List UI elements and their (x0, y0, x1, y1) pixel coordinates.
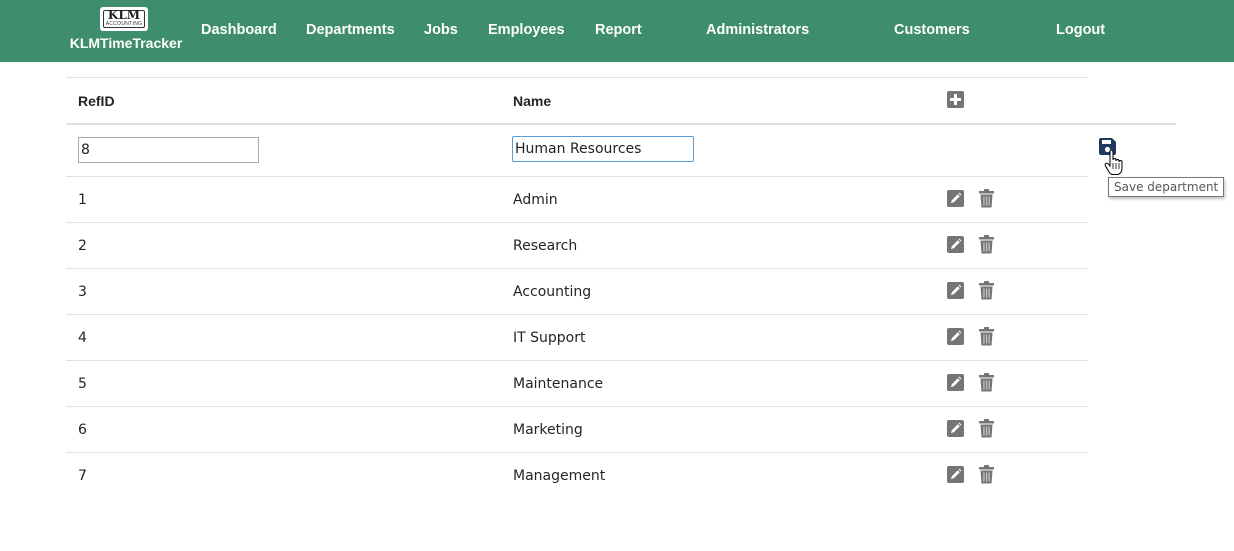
nav-report[interactable]: Report (595, 22, 642, 38)
trash-icon[interactable] (978, 235, 995, 254)
cell-refid: 5 (78, 376, 87, 392)
nav-customers[interactable]: Customers (894, 22, 970, 38)
save-tooltip: Save department (1108, 177, 1225, 197)
name-input[interactable] (512, 136, 694, 162)
cell-refid: 7 (78, 468, 87, 484)
table-row: 7 Management (66, 453, 1088, 499)
cell-refid: 6 (78, 422, 87, 438)
table-row: 5 Maintenance (66, 361, 1088, 407)
trash-icon[interactable] (978, 189, 995, 208)
nav-employees[interactable]: Employees (488, 22, 565, 38)
cell-refid: 4 (78, 330, 87, 346)
table-row: 4 IT Support (66, 315, 1088, 361)
header-refid: RefID (78, 93, 115, 109)
table-row: 6 Marketing (66, 407, 1088, 453)
trash-icon[interactable] (978, 419, 995, 438)
hand-cursor-icon (1104, 150, 1123, 175)
nav-dashboard[interactable]: Dashboard (201, 22, 277, 38)
cell-name: IT Support (513, 330, 586, 346)
edit-icon[interactable] (947, 328, 964, 345)
cell-refid: 1 (78, 192, 87, 208)
navbar: KLM ACCOUNTING KLMTimeTracker Dashboard … (0, 0, 1234, 62)
edit-icon[interactable] (947, 374, 964, 391)
table-row: 2 Research (66, 223, 1088, 269)
table-row: 3 Accounting (66, 269, 1088, 315)
cell-name: Admin (513, 192, 558, 208)
header-name: Name (513, 93, 552, 109)
nav-logout[interactable]: Logout (1056, 22, 1105, 38)
nav-departments[interactable]: Departments (306, 22, 395, 38)
nav-jobs[interactable]: Jobs (424, 22, 458, 38)
edit-icon[interactable] (947, 236, 964, 253)
trash-icon[interactable] (978, 465, 995, 484)
brand[interactable]: KLM ACCOUNTING KLMTimeTracker (60, 6, 192, 56)
edit-icon[interactable] (947, 190, 964, 207)
add-icon[interactable] (947, 91, 964, 108)
trash-icon[interactable] (978, 373, 995, 392)
cell-refid: 2 (78, 238, 87, 254)
edit-icon[interactable] (947, 282, 964, 299)
trash-icon[interactable] (978, 327, 995, 346)
edit-icon[interactable] (947, 420, 964, 437)
cell-name: Accounting (513, 284, 592, 300)
logo-subtext: ACCOUNTING (105, 21, 143, 27)
refid-input[interactable] (78, 137, 259, 163)
table-top-border (66, 77, 1088, 78)
table-row: 1 Admin (66, 177, 1088, 223)
nav-administrators[interactable]: Administrators (706, 22, 809, 38)
logo-text: KLM (107, 8, 141, 22)
cell-name: Research (513, 238, 578, 254)
trash-icon[interactable] (978, 281, 995, 300)
cell-refid: 3 (78, 284, 87, 300)
cell-name: Maintenance (513, 376, 604, 392)
brand-name[interactable]: KLMTimeTracker (60, 35, 192, 51)
cell-name: Management (513, 468, 606, 484)
edit-icon[interactable] (947, 466, 964, 483)
brand-logo: KLM ACCOUNTING (100, 7, 148, 31)
new-department-row (66, 125, 1088, 177)
cell-name: Marketing (513, 422, 583, 438)
